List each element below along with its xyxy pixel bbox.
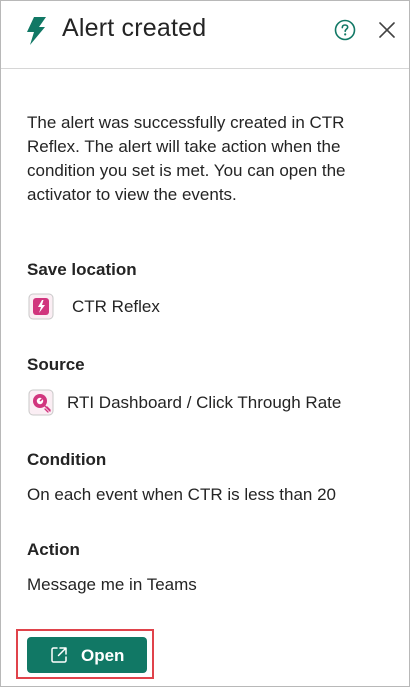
open-external-icon [51, 647, 67, 663]
realtime-dashboard-icon [28, 389, 54, 416]
action-label: Action [27, 540, 80, 559]
lightning-bolt-icon [27, 17, 46, 45]
close-icon[interactable] [377, 20, 397, 40]
success-description: The alert was successfully created in CT… [27, 113, 346, 204]
condition-value: On each event when CTR is less than 20 [27, 485, 336, 504]
help-circle-icon[interactable] [334, 19, 356, 41]
open-button-label: Open [81, 646, 125, 665]
save-location-label: Save location [27, 260, 137, 279]
panel-title: Alert created [62, 14, 207, 42]
condition-label: Condition [27, 450, 107, 469]
source-label: Source [27, 355, 85, 374]
alert-created-panel: Alert created The alert was successfully… [0, 0, 410, 687]
source-value: RTI Dashboard / Click Through Rate [67, 393, 342, 412]
open-button[interactable]: Open [27, 637, 147, 673]
save-location-value: CTR Reflex [72, 297, 160, 316]
action-value: Message me in Teams [27, 575, 197, 594]
panel-header: Alert created [1, 1, 409, 69]
reflex-icon [28, 293, 54, 320]
